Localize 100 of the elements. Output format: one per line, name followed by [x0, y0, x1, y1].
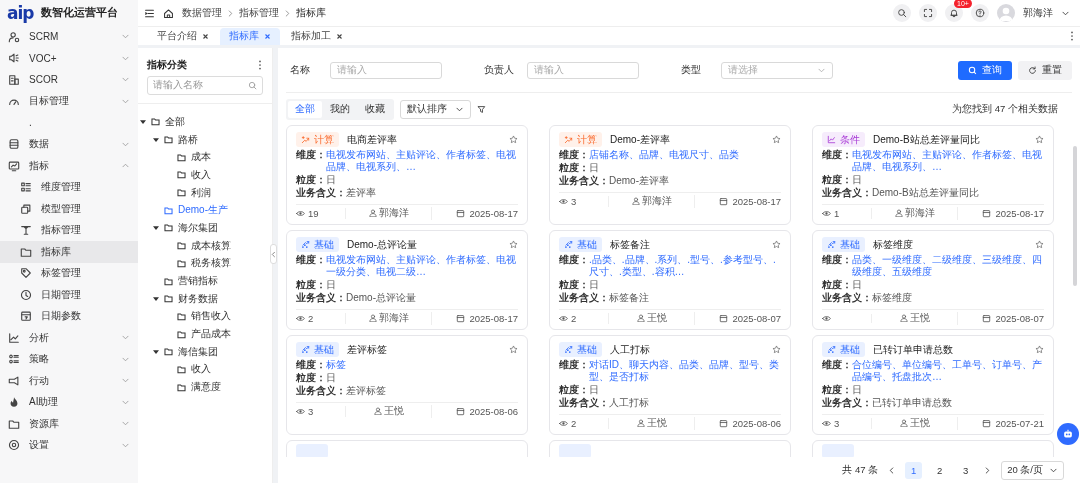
menu-item[interactable]: AI助理 — [0, 391, 138, 413]
metric-card[interactable]: 基础 标签维度 维度：品类、一级维度、二级维度、三级维度、四级维度、五级维度 粒度：日 业务含义：标签维度 王悦 2025-08-07 — [812, 230, 1054, 330]
metric-card[interactable]: 计算 Demo-差评率 维度：店铺名称、品牌、电视尺寸、品类 粒度：日 业务含义：Demo-差评率 3 郭海洋 2025-08-17 — [549, 125, 791, 225]
field-label: 业务含义： — [559, 397, 609, 409]
tree-item[interactable]: 海信集团 — [138, 342, 272, 361]
tree-item[interactable]: 满意度 — [138, 378, 272, 396]
sort-select[interactable]: 默认排序 — [400, 99, 471, 119]
type-tag: 计算 — [559, 132, 602, 147]
segment-tab[interactable]: 收藏 — [358, 100, 392, 118]
menu-item[interactable]: 维度管理 — [0, 176, 138, 198]
menu-item[interactable]: 日期参数 — [0, 305, 138, 327]
menu-item[interactable]: SCRM — [0, 26, 138, 48]
menu-item[interactable]: 指标库 — [0, 241, 138, 263]
logo: aip — [7, 4, 34, 22]
page-size-select[interactable]: 20 条/页 — [1001, 460, 1064, 480]
owner-name: 郭海洋 — [378, 311, 409, 325]
filter-label: 类型 — [681, 63, 702, 77]
tree-item[interactable]: 税务核算 — [138, 254, 272, 273]
tree-item[interactable]: 成本 — [138, 148, 272, 167]
tree-item[interactable]: 全部 — [138, 113, 272, 131]
total-count: 共 47 条 — [842, 463, 879, 477]
metric-card[interactable]: 条件 Demo-B站总差评量同比 维度：电视发布网站、主贴评论、作者标签、电视品牌、电视系列、… 粒度：日 业务含义：Demo-B站总差评量同比 1 郭海洋 2025-08-17 — [812, 125, 1054, 225]
tab[interactable]: 平台介绍 — [148, 28, 218, 45]
field-value: 日 — [326, 372, 336, 384]
tree-item[interactable]: 利润 — [138, 183, 272, 202]
menu-item[interactable]: 设置 — [0, 434, 138, 456]
metric-card[interactable]: 基础 标签备注 维度：.品类、.品牌、.系列、.型号、.参考型号、.尺寸、.类型、.容积… 粒度：日 业务含义：标签备注 2 王悦 2025-08-07 — [549, 230, 791, 330]
field-label: 业务含义： — [296, 385, 346, 397]
field-label: 粒度： — [296, 372, 326, 384]
type-tag: 基础 — [559, 342, 602, 357]
field-label: 粒度： — [296, 279, 326, 291]
page-number[interactable]: 1 — [905, 461, 923, 479]
field-value: 日 — [852, 174, 862, 186]
menu-item[interactable]: 目标管理 — [0, 90, 138, 112]
menu-item[interactable]: 指标 — [0, 155, 138, 177]
field-label: 粒度： — [559, 162, 589, 174]
tree-item[interactable]: 海尔集团 — [138, 219, 272, 237]
type-tag: 基础 — [296, 237, 339, 252]
field-label: 业务含义： — [296, 292, 346, 304]
field-value: 日 — [589, 162, 599, 174]
card-title: Demo-差评率 — [610, 132, 671, 147]
tree-item[interactable]: 路桥 — [138, 130, 272, 149]
tree-item[interactable]: 成本核算 — [138, 236, 272, 255]
menu-item[interactable]: 模型管理 — [0, 198, 138, 220]
menu-item[interactable]: 资源库 — [0, 413, 138, 435]
segment-tab[interactable]: 我的 — [323, 100, 357, 118]
tab[interactable]: 指标库 — [220, 28, 280, 45]
dimension-list: 电视发布网站、主贴评论、作者标签、电视品牌、电视系列、… — [852, 149, 1044, 173]
user-name[interactable]: 郭海洋 — [1023, 6, 1053, 20]
tree-item[interactable]: Demo-生产 — [138, 201, 272, 220]
view-count: 2 — [571, 312, 577, 324]
tree-item[interactable]: 销售收入 — [138, 307, 272, 326]
dimension-list: .品类、.品牌、.系列、.型号、.参考型号、.尺寸、.类型、.容积… — [589, 254, 781, 278]
page-number[interactable]: 2 — [931, 461, 949, 479]
reset-button[interactable]: 重置 — [1018, 60, 1072, 80]
menu-item[interactable]: 行动 — [0, 370, 138, 392]
menu-item[interactable]: 日期管理 — [0, 284, 138, 306]
result-count: 为您找到 47 个相关数据 — [952, 102, 1058, 116]
menu-item[interactable]: . — [0, 112, 138, 134]
tree-item[interactable]: 财务数据 — [138, 289, 272, 308]
metric-card[interactable]: 基础 人工打标 维度：对话ID、聊天内容、品类、品牌、型号、类型、是否打标 粒度：日 业务含义：人工打标 2 王悦 2025-08-06 — [549, 335, 791, 435]
owner-name: 王悦 — [383, 404, 404, 418]
breadcrumb-item[interactable]: 数据管理 — [182, 6, 222, 20]
field-label: 维度： — [296, 254, 326, 267]
field-value: 差评率 — [346, 187, 376, 199]
view-count: 2 — [571, 417, 577, 429]
field-value: Demo-差评率 — [609, 175, 669, 187]
tree-item[interactable]: 营销指标 — [138, 272, 272, 290]
date: 2025-07-21 — [995, 417, 1044, 429]
filter-label: 负责人 — [484, 63, 515, 77]
card-title: 电商差评率 — [347, 132, 398, 147]
menu-item[interactable]: SCOR — [0, 69, 138, 91]
segment-tab[interactable]: 全部 — [288, 100, 322, 118]
view-count: 3 — [571, 195, 577, 207]
menu-item[interactable]: 标签管理 — [0, 262, 138, 284]
menu-item[interactable]: VOC+ — [0, 47, 138, 69]
field-label: 维度： — [559, 254, 589, 267]
menu-item[interactable]: 分析 — [0, 327, 138, 349]
menu-item[interactable]: 指标管理 — [0, 219, 138, 241]
date: 2025-08-07 — [995, 312, 1044, 324]
tree-item[interactable]: 收入 — [138, 166, 272, 184]
type-tag: 基础 — [822, 342, 865, 357]
tree-item[interactable]: 收入 — [138, 360, 272, 379]
dimension-list: 品类、一级维度、二级维度、三级维度、四级维度、五级维度 — [852, 254, 1044, 278]
breadcrumb-item[interactable]: 指标管理 — [239, 6, 279, 20]
metric-card[interactable]: 基础 Demo-总评论量 维度：电视发布网站、主贴评论、作者标签、电视一级分类、电视二级… 粒度：日 业务含义：Demo-总评论量 2 郭海洋 2025-08-17 — [286, 230, 528, 330]
metric-card[interactable]: 基础 已转订单申请总数 维度：合位编号、单位编号、工单号、订单号、产品编号、托盘批次… 粒度：日 业务含义：已转订单申请总数 3 王悦 2025-07-21 — [812, 335, 1054, 435]
card-title: 人工打标 — [610, 342, 651, 357]
menu-item[interactable]: 策略 — [0, 348, 138, 370]
query-button[interactable]: 查询 — [958, 60, 1012, 80]
tree-item[interactable]: 产品成本 — [138, 325, 272, 343]
metric-card[interactable]: 基础 差评标签 维度：标签 粒度：日 业务含义：差评标签 3 王悦 2025-08-06 — [286, 335, 528, 435]
metric-card[interactable]: 计算 电商差评率 维度：电视发布网站、主贴评论、作者标签、电视品牌、电视系列、… 粒度：日 业务含义：差评率 19 郭海洋 2025-08-17 — [286, 125, 528, 225]
field-value: 日 — [589, 279, 599, 291]
field-label: 维度： — [822, 359, 852, 372]
field-label: 维度： — [822, 254, 852, 267]
page-number[interactable]: 3 — [957, 461, 975, 479]
menu-item[interactable]: 数据 — [0, 133, 138, 155]
field-value: Demo-B站总差评量同比 — [872, 187, 979, 199]
tab[interactable]: 指标加工 — [282, 28, 352, 45]
